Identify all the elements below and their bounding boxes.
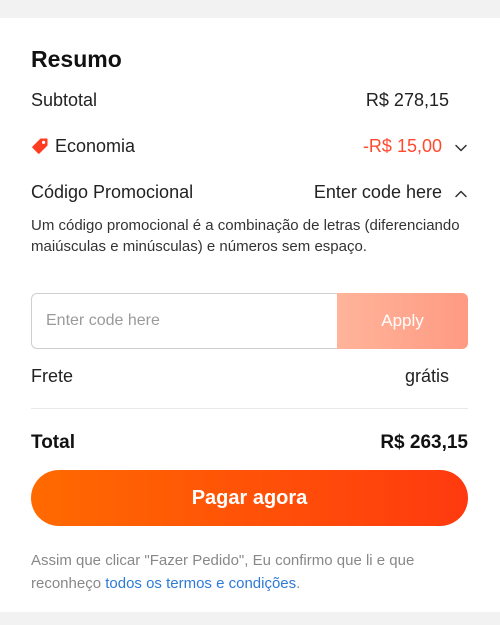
subtotal-value: R$ 278,15	[365, 89, 449, 110]
subtotal-row: Subtotal R$ 278,15	[31, 88, 468, 112]
shipping-value: grátis	[404, 365, 449, 386]
economia-label-group: Economia	[31, 136, 135, 157]
shipping-label: Frete	[31, 365, 74, 386]
promo-code-description: Um código promocional é a combinação de …	[31, 217, 460, 255]
order-summary-card: Resumo Subtotal R$ 278,15 Economia -R$ 1…	[0, 18, 500, 612]
promo-code-form: Apply	[31, 293, 468, 349]
shipping-row: Frete grátis	[31, 363, 468, 389]
economia-label: Economia	[55, 135, 136, 156]
apply-button[interactable]: Apply	[337, 293, 468, 349]
promo-code-label: Código Promocional	[31, 181, 194, 202]
terms-end: .	[296, 575, 301, 592]
summary-title: Resumo	[31, 46, 122, 72]
economia-value: -R$ 15,00	[362, 135, 442, 156]
chevron-up-icon[interactable]	[454, 185, 468, 199]
promo-code-toggle-label: Enter code here	[313, 181, 442, 202]
terms-link[interactable]: todos os termos e condições	[105, 575, 296, 592]
promo-code-input[interactable]	[31, 293, 337, 349]
economia-row[interactable]: Economia -R$ 15,00	[31, 133, 468, 159]
divider	[31, 408, 468, 409]
subtotal-label: Subtotal	[31, 89, 98, 110]
economia-value-group[interactable]: -R$ 15,00	[363, 136, 468, 157]
chevron-down-icon[interactable]	[454, 139, 468, 153]
total-row: Total R$ 263,15	[31, 430, 468, 456]
tag-icon	[31, 137, 49, 155]
total-value: R$ 263,15	[380, 432, 468, 453]
pay-now-button[interactable]: Pagar agora	[31, 470, 468, 526]
promo-code-row: Código Promocional Enter code here	[31, 179, 468, 205]
total-label: Total	[31, 432, 75, 453]
promo-code-toggle[interactable]: Enter code here	[314, 182, 468, 203]
terms-notice: Assim que clicar "Fazer Pedido", Eu conf…	[31, 549, 471, 595]
